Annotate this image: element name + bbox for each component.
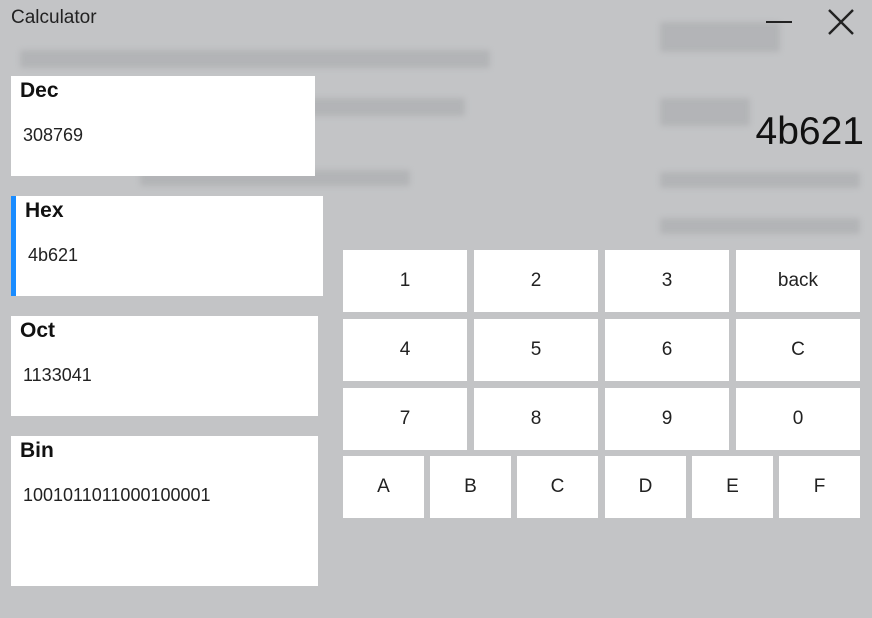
background-blur: [660, 172, 860, 188]
key-2-button[interactable]: 2: [474, 250, 598, 312]
dec-label: Dec: [20, 79, 59, 102]
close-icon: [828, 9, 854, 35]
dec-value: 308769: [23, 125, 84, 145]
key-8-button[interactable]: 8: [474, 388, 598, 450]
bin-card[interactable]: Bin 1001011011000100001: [11, 436, 318, 586]
oct-label: Oct: [20, 319, 56, 342]
bin-label: Bin: [20, 439, 54, 462]
oct-value: 1133041: [23, 365, 92, 385]
clear-button[interactable]: C: [736, 319, 860, 381]
background-blur: [660, 98, 750, 126]
key-d-button[interactable]: D: [605, 456, 686, 518]
dec-card[interactable]: Dec 308769: [11, 76, 315, 176]
key-7-button[interactable]: 7: [343, 388, 467, 450]
result-display: 4b621: [755, 110, 864, 153]
key-5-button[interactable]: 5: [474, 319, 598, 381]
background-blur: [660, 218, 860, 234]
key-6-button[interactable]: 6: [605, 319, 729, 381]
oct-card[interactable]: Oct 1133041: [11, 316, 318, 416]
bin-value: 1001011011000100001: [23, 485, 211, 505]
window-title: Calculator: [11, 7, 97, 28]
key-9-button[interactable]: 9: [605, 388, 729, 450]
key-c-button[interactable]: C: [517, 456, 598, 518]
hex-card[interactable]: Hex 4b621: [11, 196, 323, 296]
key-4-button[interactable]: 4: [343, 319, 467, 381]
key-3-button[interactable]: 3: [605, 250, 729, 312]
key-f-button[interactable]: F: [779, 456, 860, 518]
minimize-icon: [766, 20, 794, 24]
hex-value: 4b621: [28, 245, 79, 265]
key-1-button[interactable]: 1: [343, 250, 467, 312]
backspace-button[interactable]: back: [736, 250, 860, 312]
key-0-button[interactable]: 0: [736, 388, 860, 450]
hex-label: Hex: [25, 199, 64, 222]
key-e-button[interactable]: E: [692, 456, 773, 518]
background-blur: [300, 98, 465, 116]
minimize-button[interactable]: [755, 2, 805, 42]
key-b-button[interactable]: B: [430, 456, 511, 518]
background-blur: [20, 50, 490, 68]
close-button[interactable]: [816, 2, 866, 42]
key-a-button[interactable]: A: [343, 456, 424, 518]
